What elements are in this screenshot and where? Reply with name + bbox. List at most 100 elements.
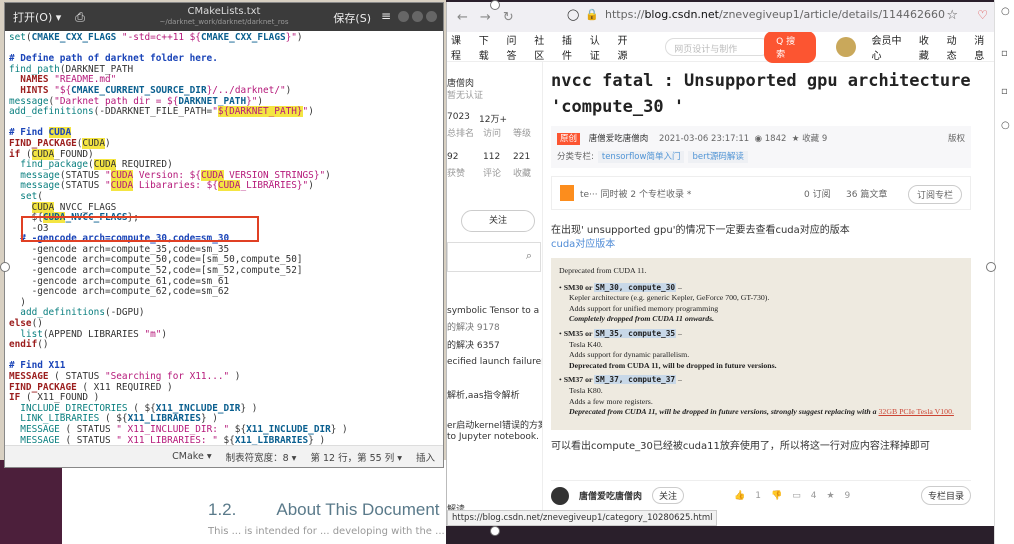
user-avatar[interactable]: [835, 36, 856, 57]
code-area[interactable]: set(CMAKE_CXX_FLAGS "-std=c++11 ${CMAKE_…: [5, 31, 443, 459]
author-link[interactable]: 唐僧爱吃唐僧肉: [589, 134, 649, 144]
author-sidebar: 唐僧肉 暂无认证 7023 12万+ 总排名 访问 等级 92 112 221 …: [447, 62, 543, 526]
star-icon[interactable]: ★: [826, 491, 834, 501]
adjacent-window: ○ ▫ ▫ ○: [994, 0, 1014, 544]
browser-window: ← → ↻ ◯ 🔒 https://blog.csdn.net/znevegiv…: [446, 2, 994, 526]
messages-link[interactable]: 消息: [974, 32, 994, 62]
shield-icon: ◯: [567, 8, 580, 21]
related-link[interactable]: symbolic Tensor to a: [447, 306, 539, 316]
editor-file-name: CMakeLists.txt: [187, 6, 261, 17]
column-card[interactable]: te··· 同时被 2 个专栏收录 * 0 订阅 36 篇文章 订阅专栏: [551, 176, 971, 210]
category-tag[interactable]: tensorflow简单入门: [597, 151, 685, 163]
related-link[interactable]: er启动kernel错误的方案: [447, 418, 542, 431]
nav-item[interactable]: 开源: [618, 32, 638, 62]
like-icon[interactable]: 👍: [734, 491, 745, 501]
intro-paragraph: 在出现' unsupported gpu'的情况下一定要去查看cuda对应的版本…: [551, 224, 971, 252]
stat-label: 等级: [513, 129, 532, 139]
author-avatar[interactable]: [551, 486, 569, 505]
sidebar-cert: 暂无认证: [447, 91, 484, 101]
site-navbar: 课程 下载 问答 社区 插件 认证 开源 网页设计与制作 Q 搜索 会员中心 收…: [447, 30, 994, 63]
sidebar-search-input[interactable]: ⌕: [447, 242, 541, 272]
nav-item[interactable]: 课程: [451, 32, 471, 62]
status-url-tooltip: https://blog.csdn.net/znevegiveup1/categ…: [447, 510, 718, 526]
related-link[interactable]: ecified launch failure问: [447, 354, 542, 367]
text-editor-window: 打开(O) ▾ ⎙ CMakeLists.txt ~/darknet_work/…: [4, 2, 444, 468]
column-subs: 0 订阅: [804, 190, 831, 200]
nav-item[interactable]: 社区: [534, 32, 554, 62]
vip-center-link[interactable]: 会员中心: [872, 32, 911, 62]
favorites-link[interactable]: 收藏: [919, 32, 939, 62]
bottom-author-name[interactable]: 唐僧爱吃唐僧肉: [579, 489, 642, 502]
bookmark-star-icon[interactable]: ☆: [946, 8, 958, 23]
subscribe-column-button[interactable]: 订阅专栏: [907, 185, 962, 204]
lock-icon: 🔒: [585, 8, 600, 21]
column-icon: [560, 185, 574, 201]
back-icon[interactable]: ←: [457, 10, 468, 25]
partial-icon: ○: [1001, 6, 1010, 17]
insert-mode: 插入: [415, 452, 435, 464]
close-icon[interactable]: [426, 11, 437, 22]
resize-handle[interactable]: [0, 262, 10, 272]
site-search-input[interactable]: 网页设计与制作: [665, 37, 771, 56]
nav-item[interactable]: 认证: [590, 32, 610, 62]
stat-value: 7023: [447, 112, 470, 122]
annotation-highlight-box: [21, 216, 259, 242]
column-card-title: te··· 同时被 2 个专栏收录 *: [580, 189, 692, 200]
article-title: nvcc fatal : Unsupported gpu architectur…: [551, 71, 971, 117]
stat-label: 总排名: [447, 129, 475, 139]
minimize-icon[interactable]: [398, 11, 409, 22]
resize-handle[interactable]: [986, 262, 996, 272]
pocket-icon[interactable]: ♡: [977, 8, 988, 22]
maximize-icon[interactable]: [412, 11, 423, 22]
star-icon[interactable]: ★: [792, 134, 800, 144]
related-link[interactable]: 的解决 6357: [447, 338, 500, 351]
tesla-v100-link[interactable]: 32GB PCIe Tesla V100.: [879, 407, 954, 416]
stat-value: 112: [483, 152, 501, 162]
site-search-button[interactable]: Q 搜索: [764, 30, 816, 63]
save-button[interactable]: 保存(S): [333, 10, 371, 26]
search-icon[interactable]: ⌕: [526, 249, 532, 263]
comment-icon[interactable]: ▭: [792, 491, 801, 501]
partial-icon: ○: [1001, 120, 1010, 131]
activity-link[interactable]: 动态: [947, 32, 967, 62]
url-bar[interactable]: ◯ 🔒 https://blog.csdn.net/znevegiveup1/a…: [567, 8, 945, 21]
cursor-position[interactable]: 第 12 行，第 55 列 ▾: [310, 450, 402, 464]
menu-icon[interactable]: ≡: [381, 9, 391, 23]
language-selector[interactable]: CMake ▾: [172, 451, 211, 462]
related-link[interactable]: 解析,aas指令解析: [447, 388, 520, 401]
stat-value: 12万+: [479, 115, 507, 125]
list-item: • SM37 or SM_37, compute_37 – Tesla K80.…: [559, 375, 954, 417]
toc-button[interactable]: 专栏目录: [920, 486, 971, 505]
window-controls[interactable]: [398, 11, 437, 22]
category-tag[interactable]: bert源码解读: [688, 151, 748, 163]
stat-label: 访问: [483, 129, 502, 139]
resize-handle[interactable]: [490, 526, 500, 536]
nav-item[interactable]: 插件: [562, 32, 582, 62]
follow-button[interactable]: 关注: [461, 210, 535, 232]
dislike-icon[interactable]: 👎: [771, 491, 782, 501]
related-link-sub: to Jupyter notebook.: [447, 432, 539, 442]
editor-file-path: ~/darknet_work/darknet/darknet_ros: [159, 18, 289, 26]
copyright-label[interactable]: 版权: [948, 132, 965, 144]
fav-count[interactable]: 收藏 9: [802, 134, 827, 144]
article-main: nvcc fatal : Unsupported gpu architectur…: [551, 62, 971, 526]
stat-label: 评论: [483, 169, 502, 179]
blockquote: Deprecated from CUDA 11. • SM30 or SM_30…: [551, 258, 971, 430]
stat-label: 获赞: [447, 169, 466, 179]
list-item: • SM35 or SM_35, compute_35 – Tesla K40.…: [559, 328, 777, 370]
stat-label: 收藏: [513, 169, 532, 179]
bottom-follow-button[interactable]: 关注: [652, 487, 685, 504]
cuda-version-link[interactable]: cuda对应版本: [551, 238, 971, 252]
view-count: 1842: [764, 134, 787, 144]
forward-icon[interactable]: →: [480, 10, 491, 25]
tab-width-selector[interactable]: 制表符宽度：8 ▾: [226, 450, 297, 464]
nav-item[interactable]: 下载: [479, 32, 499, 62]
stat-value: 221: [513, 152, 531, 162]
nav-item[interactable]: 问答: [507, 32, 527, 62]
partial-icon: ▫: [1001, 48, 1008, 59]
original-badge: 原创: [557, 133, 581, 145]
stat-value: 92: [447, 152, 459, 162]
resize-handle[interactable]: [490, 0, 500, 10]
reload-icon[interactable]: ↻: [503, 10, 514, 25]
doc-heading: 1.2. About This Document: [208, 500, 440, 519]
